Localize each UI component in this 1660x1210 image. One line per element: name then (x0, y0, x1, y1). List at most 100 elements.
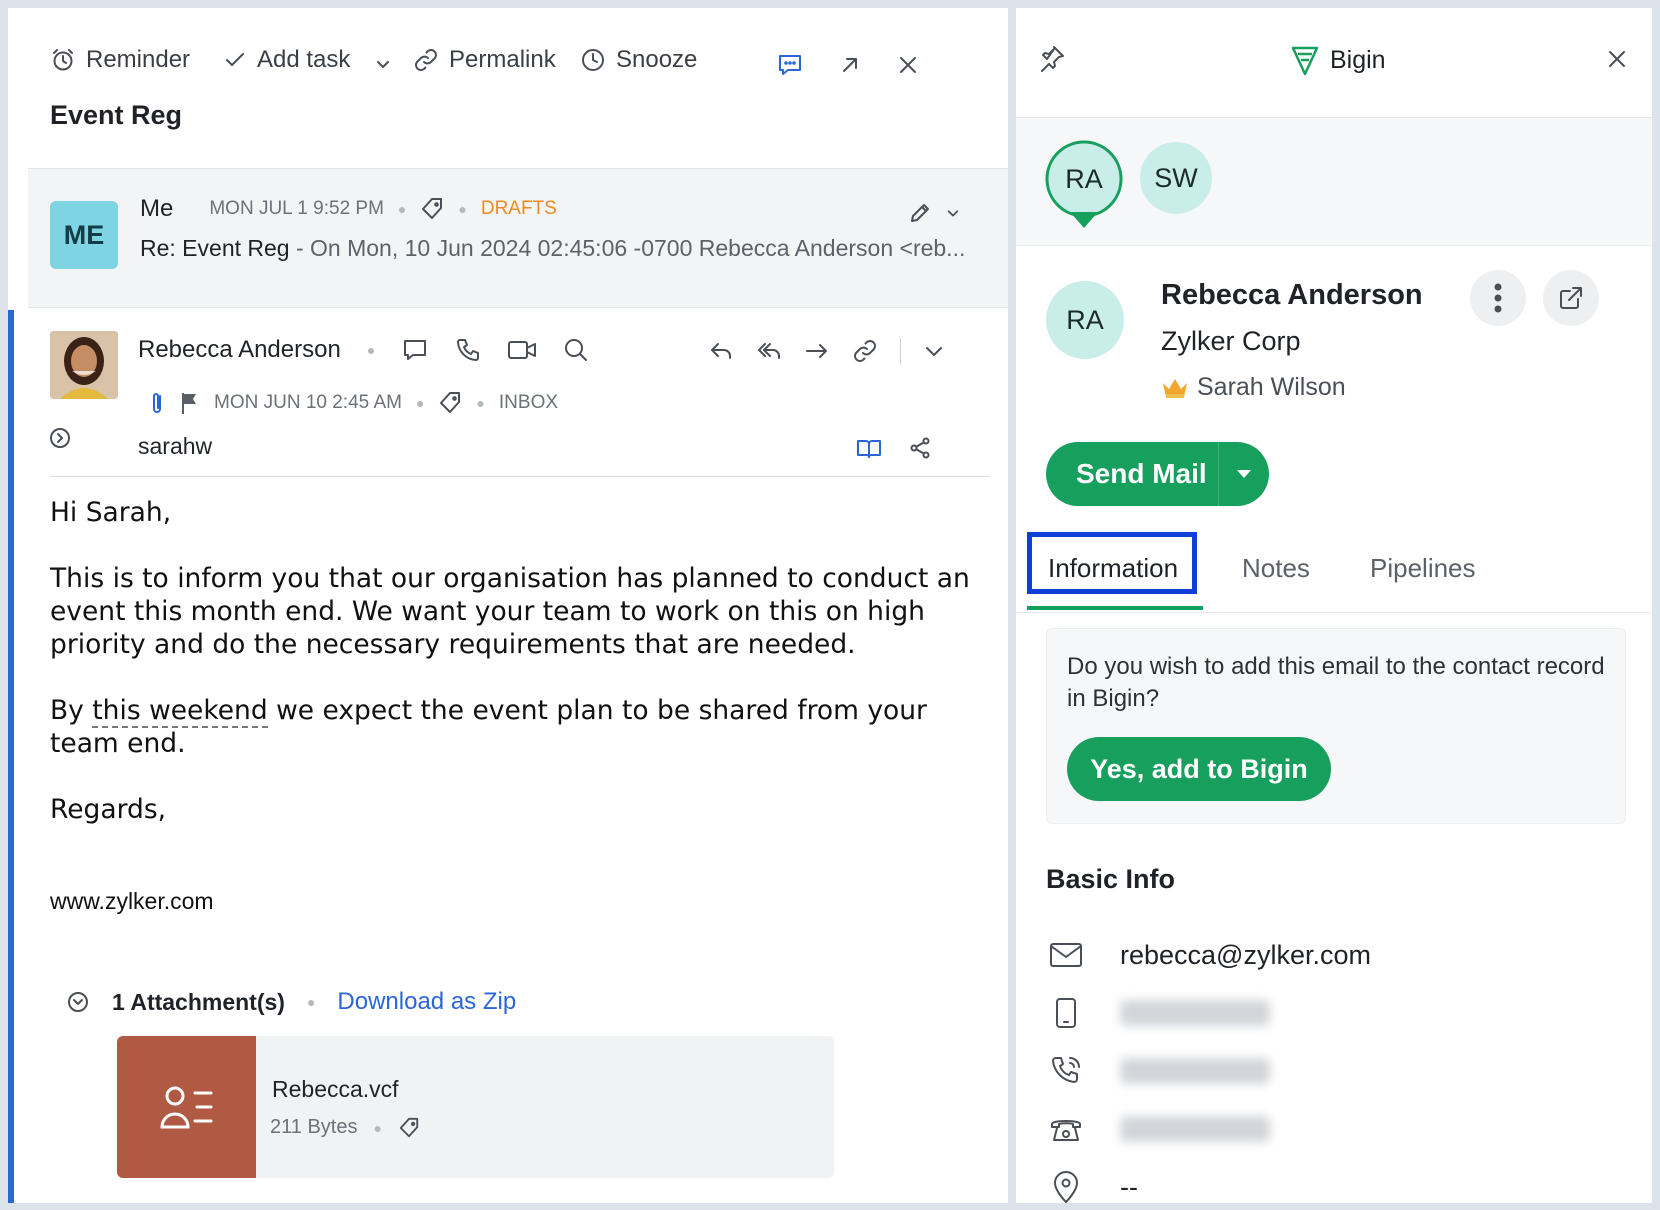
phone-icon (1046, 1055, 1086, 1087)
panel-title: Bigin (1330, 45, 1386, 74)
separator-dot: ● (366, 342, 376, 358)
divider (50, 476, 990, 477)
download-zip-link[interactable]: Download as Zip (337, 988, 516, 1016)
message-date: MON JUN 10 2:45 AM (214, 392, 402, 413)
collapse-attachments-button[interactable] (66, 990, 90, 1014)
add-task-dropdown[interactable] (363, 44, 403, 84)
close-icon (1606, 48, 1628, 70)
arrow-up-right-icon (839, 54, 861, 76)
chevron-right-circle-icon (48, 426, 72, 450)
alarm-clock-icon (50, 47, 76, 73)
external-link-icon (1558, 285, 1584, 311)
tag-icon[interactable] (420, 197, 444, 221)
add-to-bigin-button[interactable]: Yes, add to Bigin (1067, 737, 1331, 801)
expand-details-button[interactable] (48, 426, 72, 450)
reminder-label: Reminder (86, 46, 191, 73)
attachment-card[interactable]: Rebecca.vcf 211 Bytes ● (117, 1036, 834, 1178)
add-task-button[interactable]: Add task (223, 40, 350, 80)
landline-row (1046, 1104, 1606, 1154)
reply-all-icon[interactable] (756, 339, 782, 363)
email-row: rebecca@zylker.com (1046, 930, 1606, 980)
contact-name[interactable]: Rebecca Anderson (1161, 279, 1423, 312)
chevron-down-icon (375, 56, 391, 72)
open-external-button[interactable] (1543, 270, 1599, 326)
signature: www.zylker.com (50, 888, 214, 914)
tag-icon[interactable] (438, 391, 462, 415)
message-body: Hi Sarah, This is to inform you that our… (50, 496, 990, 859)
divider (900, 338, 901, 364)
edit-pencil-icon[interactable] (908, 201, 932, 225)
phone-icon[interactable] (455, 337, 481, 363)
attachment-clip-icon (148, 390, 166, 416)
contact-company: Zylker Corp (1161, 326, 1301, 356)
send-mail-dropdown[interactable] (1219, 469, 1269, 479)
folder-badge: INBOX (498, 392, 559, 413)
draft-date: MON JUL 1 9:52 PM (209, 198, 384, 219)
draft-message-row[interactable]: ME Me MON JUL 1 9:52 PM ● ● DRAFTS Re: E… (28, 168, 1008, 308)
reading-mode-icon[interactable] (856, 437, 882, 459)
message-sender[interactable]: Rebecca Anderson (138, 336, 341, 364)
chevron-down-icon[interactable] (923, 340, 945, 362)
redacted-value (1120, 1116, 1270, 1142)
redacted-value (1120, 1000, 1270, 1026)
location-pin-icon (1046, 1170, 1086, 1203)
avatar: RA (1046, 281, 1124, 359)
bigin-panel: Bigin RA SW RA Rebecca Anderson Zylker C… (1016, 8, 1652, 1203)
section-title: Basic Info (1046, 864, 1176, 894)
pin-icon (1038, 44, 1066, 72)
sender-photo (50, 331, 118, 399)
search-icon[interactable] (563, 337, 589, 363)
add-email-prompt: Do you wish to add this email to the con… (1046, 628, 1626, 824)
draft-sender: Me (140, 195, 174, 222)
recipient: sarahw (138, 433, 213, 459)
contact-avatar[interactable]: SW (1140, 142, 1212, 214)
pin-button[interactable] (1038, 44, 1066, 72)
body-paragraph: This is to inform you that our organisat… (50, 563, 970, 660)
panel-header: Bigin (1016, 8, 1652, 118)
chat-bubble-icon (776, 51, 804, 79)
address-row: -- (1046, 1162, 1606, 1203)
tab-notes[interactable]: Notes (1242, 553, 1310, 584)
contact-email[interactable]: rebecca@zylker.com (1120, 940, 1371, 971)
forward-icon[interactable] (804, 339, 830, 363)
reply-icon[interactable] (708, 339, 734, 363)
draft-subject: Re: Event Reg (140, 235, 290, 261)
tab-information[interactable]: Information (1048, 553, 1178, 584)
share-icon[interactable] (908, 436, 932, 460)
greeting: Hi Sarah, (50, 497, 172, 528)
permalink-button[interactable]: Permalink (413, 40, 556, 80)
attachment-name: Rebecca.vcf (272, 1076, 399, 1102)
snooze-button[interactable]: Snooze (580, 40, 697, 80)
tag-icon[interactable] (398, 1117, 420, 1139)
close-button[interactable] (888, 45, 928, 85)
flag-icon[interactable] (180, 391, 200, 415)
chat-icon[interactable] (401, 336, 429, 364)
link-icon[interactable] (852, 338, 878, 364)
contact-file-icon (117, 1036, 256, 1178)
active-tab-underline (1027, 606, 1203, 610)
attachment-count: 1 Attachment(s) (112, 988, 285, 1015)
mobile-phone-icon (1046, 997, 1086, 1029)
separator-dot: ● (476, 395, 485, 411)
reminder-button[interactable]: Reminder (50, 40, 190, 80)
tab-pipelines[interactable]: Pipelines (1370, 553, 1476, 584)
send-mail-button[interactable]: Send Mail (1046, 442, 1269, 506)
pop-out-button[interactable] (830, 45, 870, 85)
panel-close-button[interactable] (1606, 48, 1628, 70)
more-options-button[interactable] (1470, 270, 1526, 326)
contact-owner: Sarah Wilson (1197, 373, 1346, 401)
contact-avatar-selected[interactable]: RA (1045, 140, 1123, 230)
chevron-down-icon[interactable] (946, 206, 960, 220)
date-suggestion-link[interactable]: this weekend (92, 695, 268, 728)
closing: Regards, (50, 794, 167, 825)
mail-icon (1046, 942, 1086, 968)
video-call-icon[interactable] (507, 338, 537, 362)
folder-badge: DRAFTS (480, 198, 557, 219)
phone-row (1046, 1046, 1606, 1096)
avatar: ME (50, 201, 118, 269)
add-task-label: Add task (257, 46, 351, 73)
snooze-label: Snooze (616, 46, 698, 73)
separator-dot: ● (306, 994, 316, 1010)
comments-button[interactable] (770, 45, 810, 85)
mobile-row (1046, 988, 1606, 1038)
